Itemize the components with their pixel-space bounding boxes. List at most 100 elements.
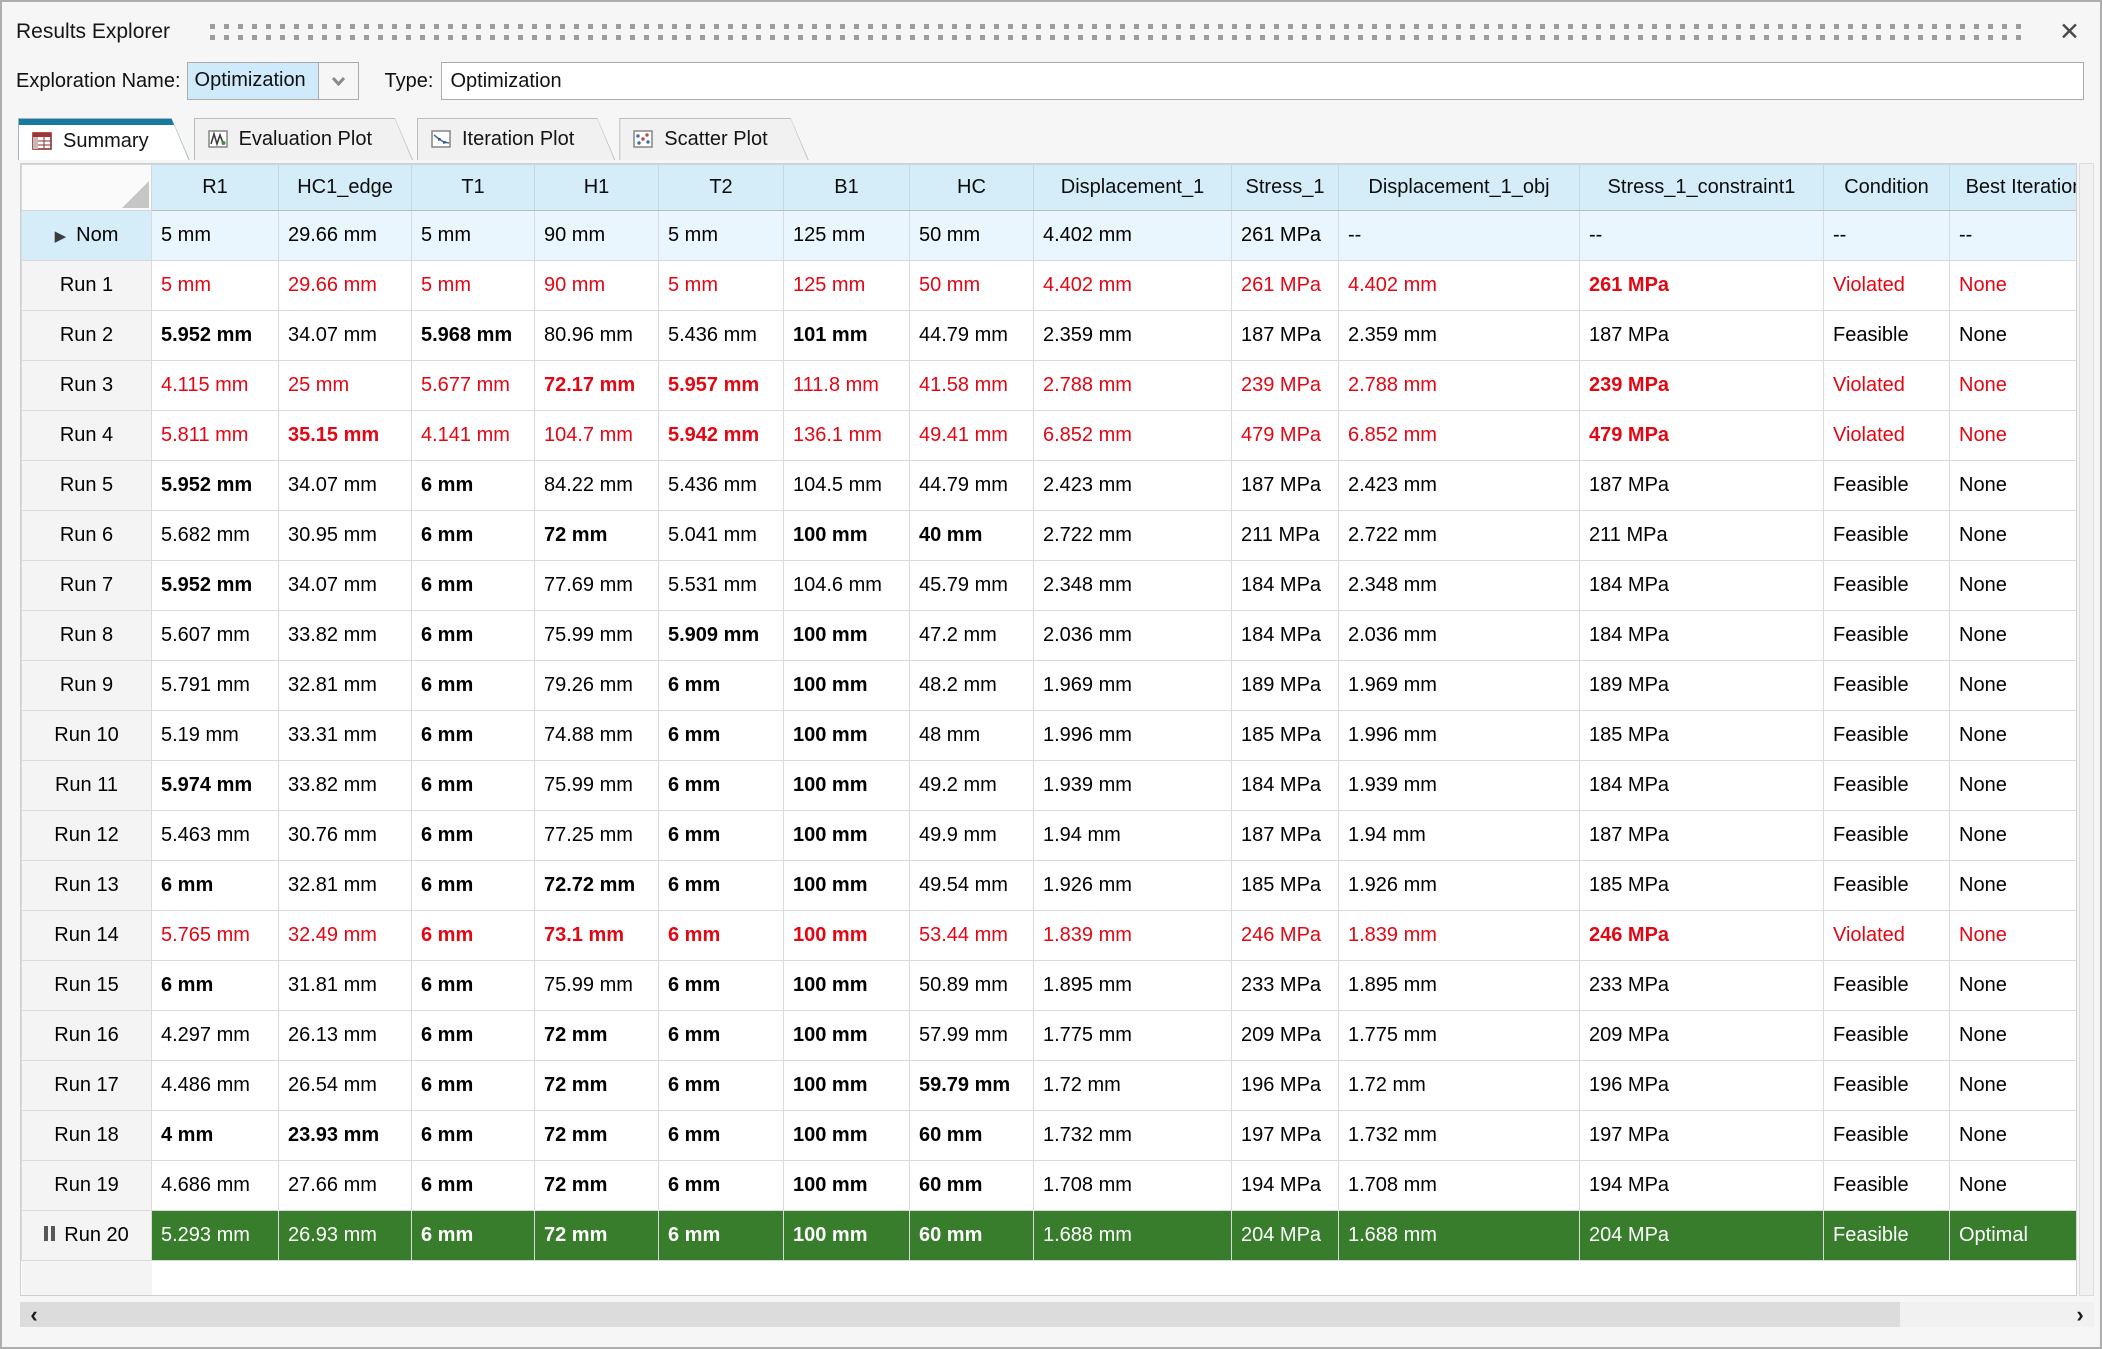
table-row-run-5[interactable]: Run 5 5.952 mm 34.07 mm 6 mm 84.22 mm 5.436 m… [21, 460, 2076, 511]
row-label-run-8[interactable]: Run 8 [21, 610, 152, 661]
row-label-run-7[interactable]: Run 7 [21, 560, 152, 611]
cell-run-15-t1: 6 mm [411, 960, 535, 1011]
row-label-run-9[interactable]: Run 9 [21, 660, 152, 711]
table-row-run-18[interactable]: Run 18 4 mm 23.93 mm 6 mm 72 mm 6 mm 100 mm 60 … [21, 1110, 2076, 1161]
column-header-best-iteration[interactable]: Best Iteration [1949, 164, 2076, 211]
row-label-run-6[interactable]: Run 6 [21, 510, 152, 561]
tab-iteration-plot[interactable]: Iteration Plot [417, 118, 615, 160]
scatter-plot-icon [633, 130, 654, 149]
tab-label: Scatter Plot [664, 128, 768, 150]
column-header-stress-1-constraint1[interactable]: Stress_1_constraint1 [1579, 164, 1824, 211]
table-row-run-12[interactable]: Run 12 5.463 mm 30.76 mm 6 mm 77.25 mm 6 mm 10… [21, 810, 2076, 861]
row-label-run-17[interactable]: Run 17 [21, 1060, 152, 1111]
cell-run-4-displacement-1: 6.852 mm [1033, 410, 1232, 461]
column-header-displacement-1-obj[interactable]: Displacement_1_obj [1338, 164, 1580, 211]
row-label-run-16[interactable]: Run 16 [21, 1010, 152, 1061]
row-label-run-14[interactable]: Run 14 [21, 910, 152, 961]
table-row-run-11[interactable]: Run 11 5.974 mm 33.82 mm 6 mm 75.99 mm 6 mm 10… [21, 760, 2076, 811]
table-row-run-2[interactable]: Run 2 5.952 mm 34.07 mm 5.968 mm 80.96 mm 5.4… [21, 310, 2076, 361]
drag-handle[interactable] [210, 23, 2028, 41]
cell-run-16-t2: 6 mm [658, 1010, 784, 1061]
cell-run-20-best-iteration: Optimal [1949, 1210, 2076, 1261]
cell-run-10-h1: 74.88 mm [534, 710, 659, 761]
table-row-run-6[interactable]: Run 6 5.682 mm 30.95 mm 6 mm 72 mm 5.041 mm 10… [21, 510, 2076, 561]
table-row-run-13[interactable]: Run 13 6 mm 32.81 mm 6 mm 72.72 mm 6 mm 100 mm… [21, 860, 2076, 911]
row-label-run-18[interactable]: Run 18 [21, 1110, 152, 1161]
row-label-run-4[interactable]: Run 4 [21, 410, 152, 461]
filler-cell [151, 1260, 2076, 1295]
row-label-run-2[interactable]: Run 2 [21, 310, 152, 361]
column-header-displacement-1[interactable]: Displacement_1 [1033, 164, 1232, 211]
tab-label: Evaluation Plot [238, 128, 372, 150]
pause-icon[interactable] [44, 1226, 49, 1241]
close-icon[interactable]: ✕ [2053, 18, 2086, 47]
cell-run-18-r1: 4 mm [151, 1110, 279, 1161]
cell-run-4-best-iteration: None [1949, 410, 2076, 461]
cell-run-10-best-iteration: None [1949, 710, 2076, 761]
horizontal-scrollbar-thumb[interactable] [48, 1302, 1900, 1327]
row-label-run-19[interactable]: Run 19 [21, 1160, 152, 1211]
cell-run-12-r1: 5.463 mm [151, 810, 279, 861]
row-label-run-10[interactable]: Run 10 [21, 710, 152, 761]
table-row-run-9[interactable]: Run 9 5.791 mm 32.81 mm 6 mm 79.26 mm 6 mm 100… [21, 660, 2076, 711]
cell-run-1-displacement-1: 4.402 mm [1033, 260, 1232, 311]
cell-run-14-b1: 100 mm [783, 910, 910, 961]
row-label-text: Run 12 [54, 824, 119, 846]
exploration-name-dropdown-button[interactable] [317, 63, 358, 99]
row-label-nom[interactable]: ▶ Nom [21, 210, 152, 261]
table-row-run-19[interactable]: Run 19 4.686 mm 27.66 mm 6 mm 72 mm 6 mm 100 m… [21, 1160, 2076, 1211]
cell-run-5-hc: 44.79 mm [909, 460, 1034, 511]
table-row-run-4[interactable]: Run 4 5.811 mm 35.15 mm 4.141 mm 104.7 mm 5.9… [21, 410, 2076, 461]
column-header-r1[interactable]: R1 [151, 164, 279, 211]
cell-run-16-stress-1-constraint1: 209 MPa [1579, 1010, 1824, 1061]
row-label-run-20[interactable]: Run 20 [21, 1210, 152, 1261]
cell-run-3-t1: 5.677 mm [411, 360, 535, 411]
cell-run-2-b1: 101 mm [783, 310, 910, 361]
cell-run-6-hc1-edge: 30.95 mm [278, 510, 412, 561]
column-header-t2[interactable]: T2 [658, 164, 784, 211]
table-row-nom[interactable]: ▶ Nom 5 mm 29.66 mm 5 mm 90 mm 5 mm 125 mm 50 mm… [21, 210, 2076, 261]
vertical-scrollbar-track[interactable] [2079, 163, 2094, 1296]
column-header-b1[interactable]: B1 [783, 164, 910, 211]
cell-run-15-displacement-1-obj: 1.895 mm [1338, 960, 1580, 1011]
row-label-run-15[interactable]: Run 15 [21, 960, 152, 1011]
exploration-name-combobox[interactable]: Optimization [186, 62, 359, 100]
table-row-run-8[interactable]: Run 8 5.607 mm 33.82 mm 6 mm 75.99 mm 5.909 m… [21, 610, 2076, 661]
table-row-run-7[interactable]: Run 7 5.952 mm 34.07 mm 6 mm 77.69 mm 5.531 m… [21, 560, 2076, 611]
row-label-run-12[interactable]: Run 12 [21, 810, 152, 861]
play-icon[interactable]: ▶ [55, 228, 67, 245]
row-label-run-3[interactable]: Run 3 [21, 360, 152, 411]
cell-nom-h1: 90 mm [534, 210, 659, 261]
table-row-run-16[interactable]: Run 16 4.297 mm 26.13 mm 6 mm 72 mm 6 mm 100 m… [21, 1010, 2076, 1061]
cell-run-2-hc1-edge: 34.07 mm [278, 310, 412, 361]
column-header-stress-1[interactable]: Stress_1 [1231, 164, 1339, 211]
column-header-hc[interactable]: HC [909, 164, 1034, 211]
row-label-run-11[interactable]: Run 11 [21, 760, 152, 811]
table-row-run-14[interactable]: Run 14 5.765 mm 32.49 mm 6 mm 73.1 mm 6 mm 100… [21, 910, 2076, 961]
scroll-left-arrow-icon[interactable]: ‹ [20, 1302, 48, 1327]
row-label-run-13[interactable]: Run 13 [21, 860, 152, 911]
table-row-run-10[interactable]: Run 10 5.19 mm 33.31 mm 6 mm 74.88 mm 6 mm 100… [21, 710, 2076, 761]
horizontal-scrollbar[interactable]: ‹ › [20, 1302, 2094, 1327]
column-header-t1[interactable]: T1 [411, 164, 535, 211]
scroll-right-arrow-icon[interactable]: › [2066, 1302, 2094, 1327]
table-row-run-20[interactable]: Run 20 5.293 mm 26.93 mm 6 mm 72 mm 6 mm 100 m… [21, 1210, 2076, 1261]
cell-run-6-r1: 5.682 mm [151, 510, 279, 561]
cell-run-18-b1: 100 mm [783, 1110, 910, 1161]
column-header-h1[interactable]: H1 [534, 164, 659, 211]
table-row-run-1[interactable]: Run 15 mm 29.66 mm 5 mm 90 mm 5 mm 125 mm 50 m… [21, 260, 2076, 311]
table-row-run-17[interactable]: Run 17 4.486 mm 26.54 mm 6 mm 72 mm 6 mm 100 m… [21, 1060, 2076, 1111]
table-row-run-15[interactable]: Run 15 6 mm 31.81 mm 6 mm 75.99 mm 6 mm 100 mm… [21, 960, 2076, 1011]
tab-bar: Summary Evaluation Plot Iteration Plot Scat… [18, 118, 813, 160]
cell-run-11-condition: Feasible [1823, 760, 1950, 811]
type-input[interactable] [441, 62, 2084, 100]
column-header-hc1-edge[interactable]: HC1_edge [278, 164, 412, 211]
column-header-condition[interactable]: Condition [1823, 164, 1950, 211]
row-label-run-5[interactable]: Run 5 [21, 460, 152, 511]
table-row-run-3[interactable]: Run 3 4.115 mm 25 mm 5.677 mm 72.17 mm 5.957 … [21, 360, 2076, 411]
tab-scatter-plot[interactable]: Scatter Plot [619, 118, 808, 160]
select-all-corner[interactable] [21, 164, 152, 211]
tab-evaluation-plot[interactable]: Evaluation Plot [194, 118, 413, 160]
tab-summary[interactable]: Summary [18, 118, 190, 160]
row-label-run-1[interactable]: Run 1 [21, 260, 152, 311]
